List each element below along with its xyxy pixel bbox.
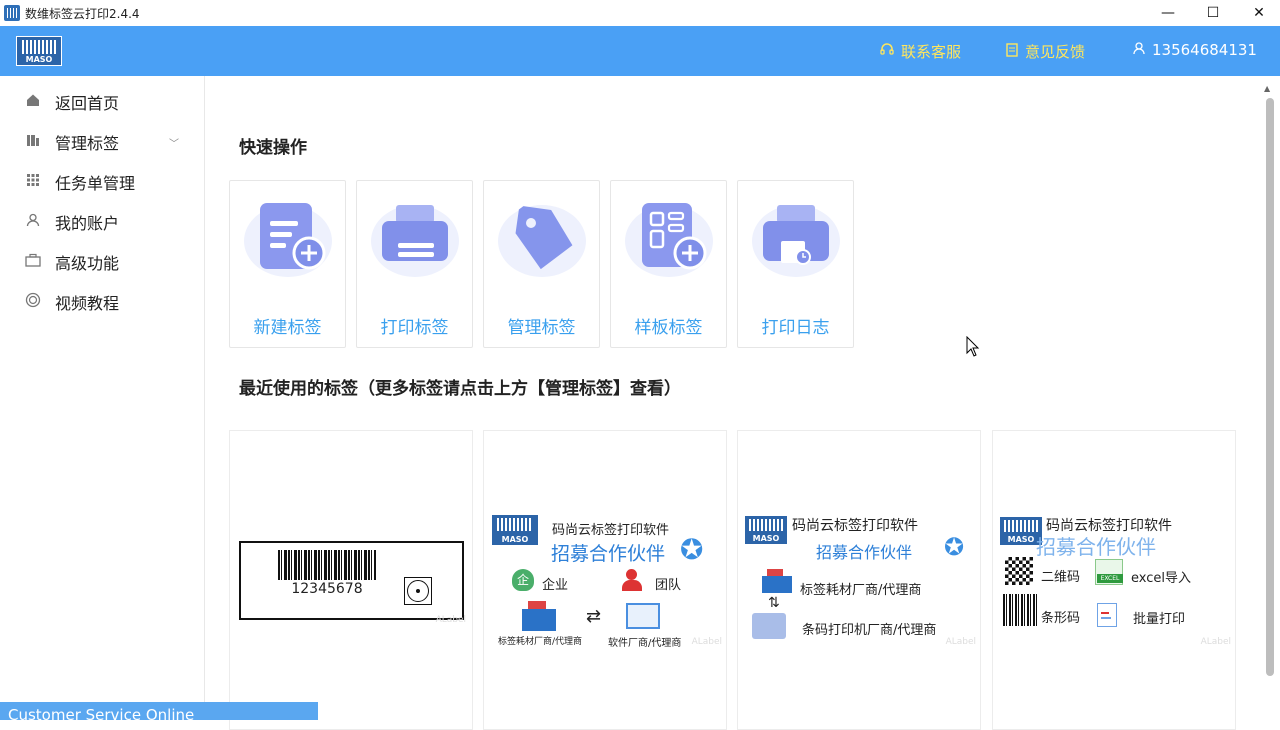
team-label: 团队	[655, 578, 682, 593]
minimize-button[interactable]: —	[1145, 0, 1191, 26]
printer-vendor: 条码打印机厂商/代理商	[802, 623, 937, 638]
team-icon	[622, 569, 642, 591]
updown-arrows-icon: ⇅	[768, 595, 780, 611]
maso-logo: MASO	[16, 36, 62, 66]
maso-logo: MASO	[745, 516, 787, 544]
target-icon	[404, 577, 432, 605]
grid-icon	[25, 173, 41, 191]
watermark: ALabel	[435, 615, 466, 625]
headset-icon	[880, 42, 894, 61]
user-icon	[25, 213, 41, 231]
printer-icon	[752, 613, 786, 639]
sidebar-item-video[interactable]: 视频教程	[0, 282, 205, 322]
feedback-link[interactable]: 意见反馈	[1006, 41, 1085, 62]
tag-icon	[498, 205, 586, 277]
factory-icon	[522, 601, 556, 631]
card-title: 码尚云标签打印软件	[792, 518, 918, 534]
quick-card-print-log[interactable]: 打印日志	[737, 180, 854, 348]
account-link[interactable]: 13564684131	[1133, 41, 1257, 59]
scrollbar-thumb[interactable]	[1266, 98, 1274, 676]
contact-support-link[interactable]: 联系客服	[880, 41, 961, 62]
card-subtitle: 招募合作伙伴	[816, 543, 913, 562]
watermark: ALabel	[691, 637, 722, 647]
recent-label-card-partners-2[interactable]: MASO 码尚云标签打印软件 招募合作伙伴 ✪ 标签耗材厂商/代理商 ⇅ 条码打…	[737, 430, 981, 730]
quick-actions-title: 快速操作	[239, 138, 307, 158]
scroll-up-icon[interactable]: ▲	[1264, 84, 1270, 93]
title-bar: 数维标签云打印2.4.4 — ☐ ✕	[0, 0, 1280, 26]
briefcase-icon	[25, 253, 41, 271]
batch-print-icon	[1097, 603, 1117, 627]
maso-logo: MASO	[492, 515, 538, 545]
watermark: ALabel	[945, 637, 976, 647]
software-icon	[626, 603, 660, 629]
recent-label-card-partners-1[interactable]: MASO 码尚云标签打印软件 招募合作伙伴 ✪ 企 企业 团队 ⇄ 标签耗材厂商…	[483, 430, 727, 730]
sidebar-item-manage-labels[interactable]: 管理标签 ﹀	[0, 122, 205, 162]
quick-card-print-label[interactable]: 打印标签	[356, 180, 473, 348]
sidebar-item-advanced[interactable]: 高级功能	[0, 242, 205, 282]
printer-icon	[371, 205, 459, 277]
chevron-down-icon: ﹀	[169, 138, 179, 150]
enterprise-label: 企业	[542, 578, 569, 593]
excel-icon: EXCEL	[1095, 559, 1123, 585]
excel-import-label: excel导入	[1131, 571, 1191, 586]
close-button[interactable]: ✕	[1236, 0, 1280, 26]
user-icon	[1133, 41, 1145, 59]
print-log-icon	[752, 205, 840, 277]
recent-label-card-barcode[interactable]: 12345678 ALabel	[229, 430, 473, 730]
mouse-cursor-icon	[966, 336, 980, 357]
recent-labels-title: 最近使用的标签（更多标签请点击上方【管理标签】查看）	[239, 379, 681, 399]
barcode-graphic	[278, 550, 376, 580]
document-icon	[1006, 42, 1018, 61]
recent-label-card-features[interactable]: MASO 码尚云标签打印软件 招募合作伙伴 二维码 EXCEL excel导入 …	[992, 430, 1236, 730]
enterprise-icon: 企	[512, 569, 534, 591]
label-preview: 12345678	[239, 541, 464, 620]
video-icon	[25, 292, 41, 312]
home-icon	[25, 93, 41, 111]
card-title: 码尚云标签打印软件	[552, 523, 670, 538]
main-content: 快速操作 新建标签 打印标签 管理标签 样板标签 打印日志 最近使用的标签（更多…	[206, 76, 1261, 730]
watermark: ALabel	[1200, 637, 1231, 647]
sidebar-item-account[interactable]: 我的账户	[0, 202, 205, 242]
award-icon: ✪	[944, 533, 965, 561]
barcode-number: 12345678	[291, 581, 363, 597]
new-label-icon	[244, 203, 332, 277]
label-icon	[25, 133, 41, 151]
app-header: MASO 联系客服 意见反馈 13564684131	[0, 26, 1280, 76]
award-icon: ✪	[680, 533, 704, 566]
quick-card-manage-labels[interactable]: 管理标签	[483, 180, 600, 348]
batch-print-label: 批量打印	[1133, 612, 1186, 627]
template-icon	[625, 203, 713, 277]
left-caption: 标签耗材厂商/代理商	[498, 637, 583, 647]
right-caption: 软件厂商/代理商	[608, 638, 682, 649]
barcode-label: 条形码	[1041, 611, 1081, 626]
barcode-icon	[1003, 594, 1037, 626]
quick-card-new-label[interactable]: 新建标签	[229, 180, 346, 348]
qr-code-icon	[1005, 557, 1033, 585]
customer-service-bar[interactable]: Customer Service Online	[0, 702, 318, 720]
maximize-button[interactable]: ☐	[1190, 0, 1236, 26]
card-subtitle: 招募合作伙伴	[1036, 535, 1156, 559]
qr-label: 二维码	[1041, 570, 1081, 585]
consumables-vendor: 标签耗材厂商/代理商	[800, 583, 922, 598]
exchange-icon: ⇄	[586, 606, 602, 627]
sidebar-item-tasks[interactable]: 任务单管理	[0, 162, 205, 202]
sidebar-item-home[interactable]: 返回首页	[0, 82, 205, 122]
window-title: 数维标签云打印2.4.4	[25, 6, 140, 21]
quick-card-templates[interactable]: 样板标签	[610, 180, 727, 348]
factory-icon	[762, 569, 792, 593]
sidebar: 返回首页 管理标签 ﹀ 任务单管理 我的账户 高级功能 视频教程	[0, 76, 205, 720]
app-icon	[4, 5, 20, 21]
card-subtitle: 招募合作伙伴	[551, 543, 666, 565]
